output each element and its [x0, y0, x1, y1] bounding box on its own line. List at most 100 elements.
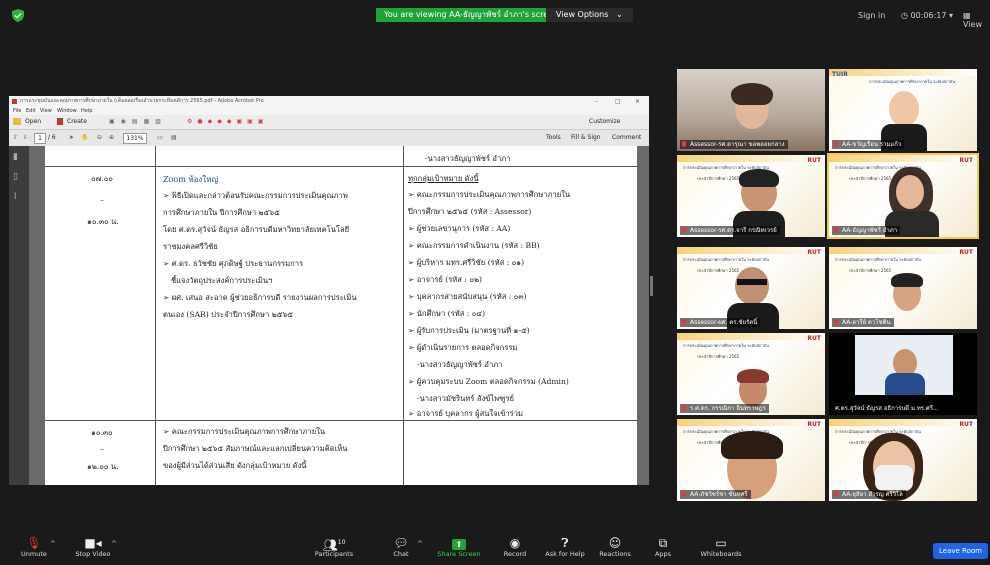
shield-icon[interactable] [12, 9, 24, 22]
meeting-timer[interactable]: ◷ 00:06:17 ▾ [901, 11, 953, 20]
record-button[interactable]: ◉ Record [500, 534, 530, 565]
comment-tab[interactable]: Comment [612, 134, 641, 141]
page-down-icon[interactable]: ⇩ [23, 134, 28, 141]
doc-text: ปีการศึกษา ๒๕๖๕ (รหัส : Assessor) [408, 207, 532, 216]
chevron-up-icon[interactable]: ^ [50, 540, 56, 548]
view-options-label: View Options [556, 10, 609, 19]
acrobat-menu-bar: File Edit View Window Help [9, 107, 649, 115]
mic-muted-icon [834, 319, 838, 325]
doc-text: ➢ ผู้ช่วยเลขานุการ (รหัส : AA) [408, 224, 511, 233]
slide-year: ประจำปีการศึกษา 2565 [849, 176, 892, 181]
slide-year: ประจำปีการศึกษา 2565 [697, 176, 740, 181]
open-button[interactable]: Open [25, 118, 41, 125]
bookmark-icon[interactable]: ▯ [13, 172, 18, 182]
fit-page-icon[interactable]: ▭ [157, 134, 163, 141]
grid-icon: ▦ [963, 11, 971, 20]
mic-muted-icon [682, 227, 686, 233]
participants-button[interactable]: 👥︎10 Participants [312, 534, 356, 565]
minimize-icon[interactable]: – [595, 96, 598, 107]
participant-tile[interactable]: การประเมินคุณภาพการศึกษาภายใน ระดับสถาบั… [677, 419, 825, 501]
participant-tile[interactable]: การประเมินคุณภาพการศึกษาภายใน ระดับสถาบั… [677, 333, 825, 415]
toolbar-icons[interactable]: ▣◉▤▦▧ [109, 118, 167, 125]
zoom-in-icon[interactable]: ⊕ [109, 134, 114, 141]
customize-button[interactable]: Customize [589, 118, 621, 125]
doc-text: ➢ นักศึกษา (รหัส : ๐๔) [408, 309, 486, 318]
create-button[interactable]: Create [67, 118, 87, 125]
fit-width-icon[interactable]: ▤ [171, 134, 177, 141]
tool-icons[interactable]: ⚙●◆◆◆▣▣▣ [187, 118, 268, 125]
participant-tile[interactable]: การประเมินคุณภาพการศึกษาภายใน ระดับสถาบั… [829, 247, 977, 329]
view-button[interactable]: ▦ View [963, 11, 990, 29]
participant-tile[interactable]: ศ.ดร.สุวัจน์ ธัญรส อธิการบดี ม.ทร.ศรี... [829, 333, 977, 415]
menu-window[interactable]: Window [57, 107, 77, 115]
chat-label: Chat [393, 550, 409, 558]
maximize-icon[interactable]: □ [615, 96, 621, 107]
video-camera-icon: ■◂ [84, 536, 102, 550]
view-options-button[interactable]: View Options ⌄ [546, 8, 633, 22]
select-tool-icon[interactable]: ➤ [69, 134, 74, 141]
slide-year: ประจำปีการศึกษา 2565 [697, 354, 740, 359]
participant-tile[interactable]: การประเมินคุณภาพการศึกษาภายใน ระดับสถาบั… [677, 247, 825, 329]
participant-tile[interactable]: การประเมินคุณภาพการศึกษาภายใน ระดับสถาบั… [829, 419, 977, 501]
share-screen-button[interactable]: ⬆ Share Screen [436, 534, 482, 565]
rut-logo: RUT [959, 421, 973, 428]
doc-text: ➢ ผู้รับการประเมิน (มาตรฐานที่ ๑-๕) [408, 326, 530, 335]
whiteboards-button[interactable]: ▭ Whiteboards [698, 534, 744, 565]
reactions-button[interactable]: ☺ Reactions [596, 534, 634, 565]
chevron-up-icon[interactable]: ^ [111, 540, 117, 548]
chat-button[interactable]: 💬︎ Chat [386, 534, 416, 565]
target-group-heading: ทุกกลุ่มเป้าหมาย ดังนี้ [408, 174, 479, 183]
menu-file[interactable]: File [13, 107, 21, 115]
participant-name: AA-ธัญญาพัชร์ อำภา [832, 226, 901, 235]
reactions-icon: ☺ [608, 536, 622, 550]
leave-room-button[interactable]: Leave Room [933, 543, 988, 559]
menu-edit[interactable]: Edit [26, 107, 36, 115]
unmute-label: Unmute [21, 550, 47, 558]
page-number-input[interactable]: 1 [34, 133, 46, 144]
slide-year: ประจำปีการศึกษา 2565 [697, 268, 740, 273]
participants-label: Participants [314, 550, 354, 558]
zoom-select[interactable]: 131% [123, 133, 147, 144]
participant-tile[interactable]: การประเมินคุณภาพการศึกษาภายใน ระดับสถาบั… [677, 155, 825, 237]
time-dash: – [100, 444, 104, 453]
menu-help[interactable]: Help [81, 107, 92, 115]
pages-icon[interactable]: ▮ [13, 152, 18, 162]
shared-screen: การแระชุมมันและคุณภาพการศึกษาภายใน (เต็ม… [9, 96, 649, 485]
page-gutter-left [29, 146, 45, 485]
close-icon[interactable]: ✕ [635, 96, 640, 107]
timer-value: 00:06:17 [910, 11, 947, 20]
share-screen-label: Share Screen [437, 550, 481, 558]
doc-text: ➢ คณะกรรมการประเมินคุณภาพการศึกษาภายใน [408, 190, 571, 199]
participant-name: Assessor-รศ.ดารุณา ขอพลอยกลาง [680, 140, 788, 149]
mic-muted-icon [682, 491, 686, 497]
ask-for-help-button[interactable]: ❓︎ Ask for Help [542, 534, 588, 565]
ask-help-label: Ask for Help [545, 550, 585, 558]
apps-button[interactable]: ⧉ Apps [649, 534, 677, 565]
unmute-button[interactable]: 🎙︎ Unmute [14, 534, 54, 565]
participant-tile[interactable]: Assessor-รศ.ดารุณา ขอพลอยกลาง [677, 69, 825, 151]
page-total: / 6 [48, 134, 56, 141]
zoom-out-icon[interactable]: ⊖ [97, 134, 102, 141]
rut-logo: RUT [807, 157, 821, 164]
mic-muted-icon [834, 141, 838, 147]
participant-hair [891, 273, 923, 287]
menu-view[interactable]: View [40, 107, 52, 115]
splitter-handle[interactable] [650, 276, 653, 296]
hand-tool-icon[interactable]: ✋ [81, 134, 88, 141]
attachment-icon[interactable]: ⌇ [13, 192, 17, 202]
participant-tile-active[interactable]: การประเมินคุณภาพการศึกษาภายใน ระดับสถาบั… [827, 153, 979, 239]
stop-video-label: Stop Video [75, 550, 111, 558]
page-up-icon[interactable]: ⇧ [13, 134, 18, 141]
doc-text: -นางสาวธัญญาพัชร์ อำภา [417, 360, 503, 369]
stop-video-button[interactable]: ■◂ Stop Video [70, 534, 116, 565]
tools-tab[interactable]: Tools [546, 134, 561, 141]
chevron-down-icon: ⌄ [616, 10, 623, 19]
fill-sign-tab[interactable]: Fill & Sign [571, 134, 601, 141]
page-gutter-right [637, 146, 649, 485]
chevron-up-icon[interactable]: ^ [417, 540, 423, 548]
viewing-banner: You are viewing AA-ธัญญาพัชร์ อำภา's scr… [376, 8, 567, 22]
sign-in-link[interactable]: Sign in [858, 11, 885, 20]
slide-title: การประเมินคุณภาพการศึกษาภายใน ระดับสถาบั… [835, 257, 921, 262]
participant-tile[interactable]: TUIR การประเมินคุณภาพการศึกษาภายใน ระดับ… [829, 69, 977, 151]
whiteboards-label: Whiteboards [700, 550, 742, 558]
